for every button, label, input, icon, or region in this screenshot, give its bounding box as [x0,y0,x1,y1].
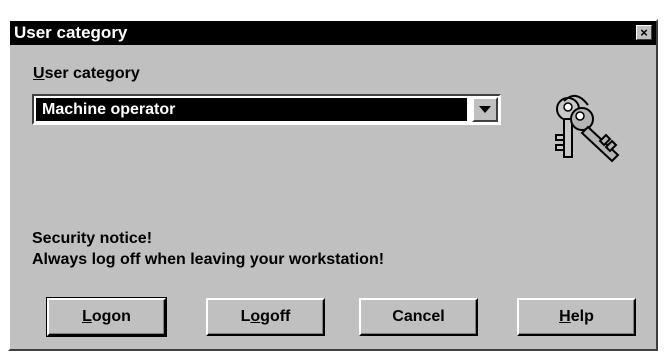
close-button[interactable]: × [636,25,652,40]
logon-label: ogon [91,308,131,325]
label-text: ser category [44,65,140,82]
logoff-accelerator: o [250,308,261,325]
chevron-down-icon [479,106,491,113]
user-category-label: User category [33,65,140,83]
window-title: User category [14,23,128,42]
title-bar[interactable]: User category × [10,21,656,45]
security-notice: Security notice! Always log off when lea… [32,228,384,270]
dropdown-selected-value[interactable]: Machine operator [36,98,467,121]
user-category-dropdown[interactable]: Machine operator [32,94,501,125]
help-label: elp [570,308,594,325]
logon-accelerator: L [82,308,92,325]
notice-line-1: Security notice! [32,230,153,247]
user-category-dialog: User category × User category Machine op… [8,19,658,351]
logon-button[interactable]: Logon [46,297,167,337]
notice-line-2: Always log off when leaving your worksta… [32,251,385,268]
help-accelerator: H [559,308,571,325]
close-icon: × [640,25,648,40]
dropdown-button[interactable] [472,97,498,122]
label-accelerator: U [33,65,45,82]
logoff-prefix: L [240,308,251,325]
cancel-label: Cancel [392,308,445,325]
help-button[interactable]: Help [517,298,636,336]
cancel-button[interactable]: Cancel [359,298,478,336]
keys-icon [555,94,620,163]
logoff-label: goff [260,308,291,325]
logoff-button[interactable]: Lo goff [206,298,325,336]
